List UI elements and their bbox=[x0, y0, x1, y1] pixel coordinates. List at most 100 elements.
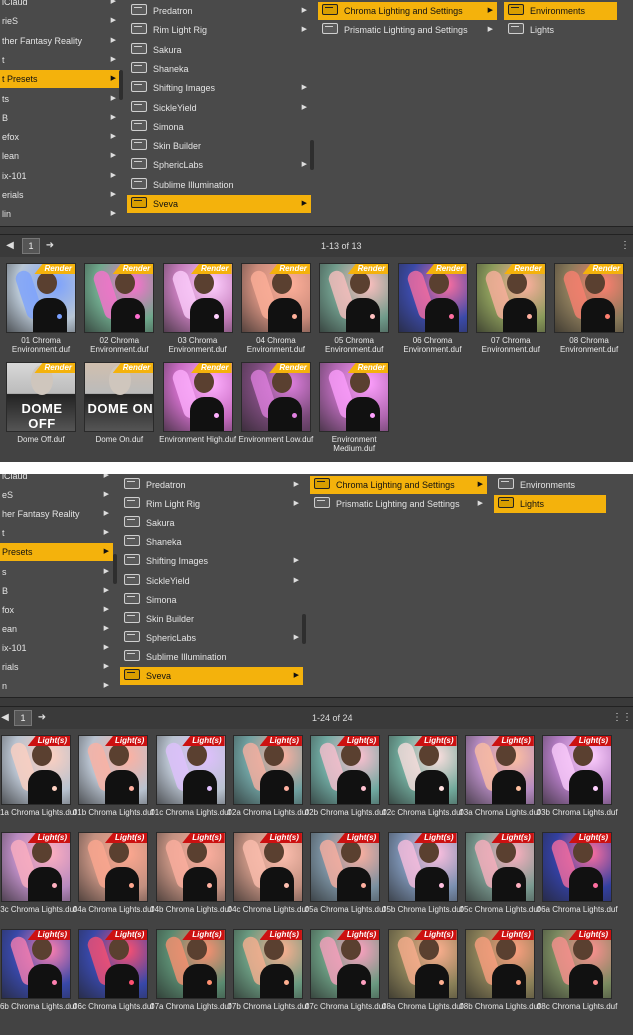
browser-item[interactable]: Lights bbox=[504, 21, 617, 39]
browser-item[interactable]: Chroma Lighting and Settings ▶ bbox=[310, 476, 487, 494]
content-tile[interactable]: Light(s) 08a Chroma Lights.duf bbox=[382, 929, 463, 1026]
browser-item[interactable]: Sakura bbox=[120, 514, 303, 532]
content-tile[interactable]: Light(s) 02a Chroma Lights.duf bbox=[227, 735, 308, 832]
content-tile[interactable]: Light(s) 04b Chroma Lights.duf bbox=[150, 832, 231, 929]
content-tile[interactable]: Light(s) 06b Chroma Lights.duf bbox=[0, 929, 76, 1026]
content-tile[interactable]: Light(s) 01a Chroma Lights.duf bbox=[0, 735, 76, 832]
content-tile[interactable]: Light(s) 03a Chroma Lights.duf bbox=[459, 735, 540, 832]
content-tile[interactable]: Light(s) 04c Chroma Lights.duf bbox=[228, 832, 308, 929]
browser-item[interactable]: Chroma Lighting and Settings ▶ bbox=[318, 2, 497, 20]
browser-item[interactable]: her Fantasy Reality ▶ bbox=[0, 505, 113, 523]
content-tile[interactable]: Render 04 Chroma Environment.duf bbox=[240, 263, 311, 362]
content-tile[interactable]: Light(s) 05b Chroma Lights.duf bbox=[382, 832, 463, 929]
browser-item[interactable]: s ▶ bbox=[0, 563, 113, 581]
browser-item[interactable]: Sveva ▶ bbox=[127, 195, 311, 213]
scrollbar[interactable] bbox=[302, 614, 306, 644]
browser-item[interactable]: SickleYield ▶ bbox=[127, 99, 311, 117]
page-number-field[interactable]: 1 bbox=[14, 710, 32, 726]
content-tile[interactable]: Render 07 Chroma Environment.duf bbox=[475, 263, 546, 362]
browser-item[interactable]: Presets ▶ bbox=[0, 543, 113, 562]
content-tile[interactable]: Render Environment Medium.duf bbox=[319, 362, 390, 461]
browser-item[interactable]: B ▶ bbox=[0, 582, 113, 600]
browser-item[interactable]: Skin Builder bbox=[120, 610, 303, 628]
content-tile[interactable]: Render 05 Chroma Environment.duf bbox=[319, 263, 390, 362]
browser-item[interactable]: ix-101 ▶ bbox=[0, 639, 113, 657]
browser-item[interactable]: Shaneka bbox=[120, 533, 303, 551]
content-tile[interactable]: Render Environment Low.duf bbox=[239, 362, 313, 461]
browser-item[interactable]: Simona bbox=[127, 118, 311, 136]
content-tile[interactable]: Light(s) 02c Chroma Lights.duf bbox=[382, 735, 463, 832]
content-tile[interactable]: Light(s) 06a Chroma Lights.duf bbox=[537, 832, 618, 929]
browser-item[interactable]: ix-101 ▶ bbox=[0, 167, 120, 185]
view-options-icon[interactable]: ⋮⋮ bbox=[612, 710, 632, 725]
browser-item[interactable]: fox ▶ bbox=[0, 601, 113, 619]
browser-item[interactable]: Sublime Illumination bbox=[120, 648, 303, 666]
content-tile[interactable]: Render 01 Chroma Environment.duf bbox=[6, 263, 76, 362]
browser-item[interactable]: lin ▶ bbox=[0, 205, 120, 223]
content-tile[interactable]: Light(s) 03c Chroma Lights.duf bbox=[0, 832, 76, 929]
next-page-button[interactable]: ➜ bbox=[44, 238, 56, 253]
browser-item[interactable]: Shifting Images ▶ bbox=[120, 552, 303, 570]
scrollbar[interactable] bbox=[310, 140, 314, 170]
browser-item[interactable]: erials ▶ bbox=[0, 186, 120, 204]
browser-item[interactable]: t ▶ bbox=[0, 524, 113, 542]
browser-item[interactable]: Sakura bbox=[127, 41, 311, 59]
page-number-field[interactable]: 1 bbox=[22, 238, 40, 254]
browser-item[interactable]: Prismatic Lighting and Settings ▶ bbox=[318, 21, 497, 39]
content-tile[interactable]: Light(s) 03b Chroma Lights.duf bbox=[537, 735, 618, 832]
browser-item[interactable]: Skin Builder bbox=[127, 137, 311, 155]
browser-item[interactable]: Lights bbox=[494, 495, 606, 514]
prev-page-button[interactable]: ◀ bbox=[0, 710, 10, 725]
browser-item[interactable]: Environments bbox=[504, 2, 617, 20]
content-tile[interactable]: Light(s) 04a Chroma Lights.duf bbox=[73, 832, 154, 929]
browser-item[interactable]: B ▶ bbox=[0, 109, 120, 127]
browser-item[interactable]: eS ▶ bbox=[0, 486, 113, 504]
scrollbar[interactable] bbox=[119, 70, 123, 100]
content-tile[interactable]: Render 06 Chroma Environment.duf bbox=[397, 263, 468, 362]
browser-item[interactable]: Shaneka bbox=[127, 60, 311, 78]
browser-item[interactable]: SphericLabs ▶ bbox=[120, 629, 303, 647]
browser-item[interactable]: t Presets ▶ bbox=[0, 70, 120, 89]
browser-item[interactable]: iClaud ▶ bbox=[0, 474, 113, 485]
content-tile[interactable]: Light(s) 08b Chroma Lights.duf bbox=[459, 929, 540, 1026]
browser-item[interactable]: rieS ▶ bbox=[0, 12, 120, 30]
content-tile[interactable]: Render 02 Chroma Environment.duf bbox=[84, 263, 155, 362]
browser-item[interactable]: ther Fantasy Reality ▶ bbox=[0, 32, 120, 50]
view-options-icon[interactable]: ⋮ bbox=[620, 238, 630, 253]
browser-item[interactable]: Predatron ▶ bbox=[127, 2, 311, 20]
browser-item[interactable]: Environments bbox=[494, 476, 606, 494]
browser-item[interactable]: SickleYield ▶ bbox=[120, 572, 303, 590]
browser-item[interactable]: ean ▶ bbox=[0, 620, 113, 638]
browser-item[interactable]: t ▶ bbox=[0, 51, 120, 69]
content-tile[interactable]: Light(s) 05a Chroma Lights.duf bbox=[305, 832, 386, 929]
browser-item[interactable]: SphericLabs ▶ bbox=[127, 156, 311, 174]
next-page-button[interactable]: ➜ bbox=[36, 710, 48, 725]
content-tile[interactable]: Light(s) 01b Chroma Lights.duf bbox=[73, 735, 154, 832]
prev-page-button[interactable]: ◀ bbox=[4, 238, 16, 253]
content-tile[interactable]: Light(s) 07a Chroma Lights.duf bbox=[150, 929, 231, 1026]
content-tile[interactable]: Light(s) 01c Chroma Lights.duf bbox=[150, 735, 231, 832]
content-tile[interactable]: Render 08 Chroma Environment.duf bbox=[554, 263, 625, 362]
browser-item[interactable]: Predatron ▶ bbox=[120, 476, 303, 494]
browser-item[interactable]: Simona bbox=[120, 591, 303, 609]
browser-item[interactable]: Prismatic Lighting and Settings ▶ bbox=[310, 495, 487, 513]
content-tile[interactable]: DOME OFF Render Dome Off.duf bbox=[6, 362, 76, 461]
content-tile[interactable]: Light(s) 05c Chroma Lights.duf bbox=[460, 832, 540, 929]
browser-item[interactable]: Sveva ▶ bbox=[120, 667, 303, 685]
browser-item[interactable]: rials ▶ bbox=[0, 658, 113, 676]
browser-item[interactable]: Rim Light Rig ▶ bbox=[127, 21, 311, 39]
content-tile[interactable]: Light(s) 02b Chroma Lights.duf bbox=[305, 735, 386, 832]
browser-item[interactable]: ts ▶ bbox=[0, 90, 120, 108]
browser-item[interactable]: Sublime Illumination bbox=[127, 176, 311, 194]
browser-item[interactable]: Rim Light Rig ▶ bbox=[120, 495, 303, 513]
content-tile[interactable]: Light(s) 07c Chroma Lights.duf bbox=[305, 929, 385, 1026]
browser-item[interactable]: Shifting Images ▶ bbox=[127, 79, 311, 97]
content-tile[interactable]: Render 03 Chroma Environment.duf bbox=[162, 263, 233, 362]
content-tile[interactable]: Light(s) 08c Chroma Lights.duf bbox=[537, 929, 617, 1026]
content-tile[interactable]: Render Environment High.duf bbox=[159, 362, 236, 461]
browser-item[interactable]: iClaud ▶ bbox=[0, 0, 120, 11]
content-tile[interactable]: Light(s) 06c Chroma Lights.duf bbox=[73, 929, 154, 1026]
browser-item[interactable]: efox ▶ bbox=[0, 128, 120, 146]
browser-item[interactable]: lean ▶ bbox=[0, 147, 120, 165]
content-tile[interactable]: Light(s) 07b Chroma Lights.duf bbox=[227, 929, 308, 1026]
